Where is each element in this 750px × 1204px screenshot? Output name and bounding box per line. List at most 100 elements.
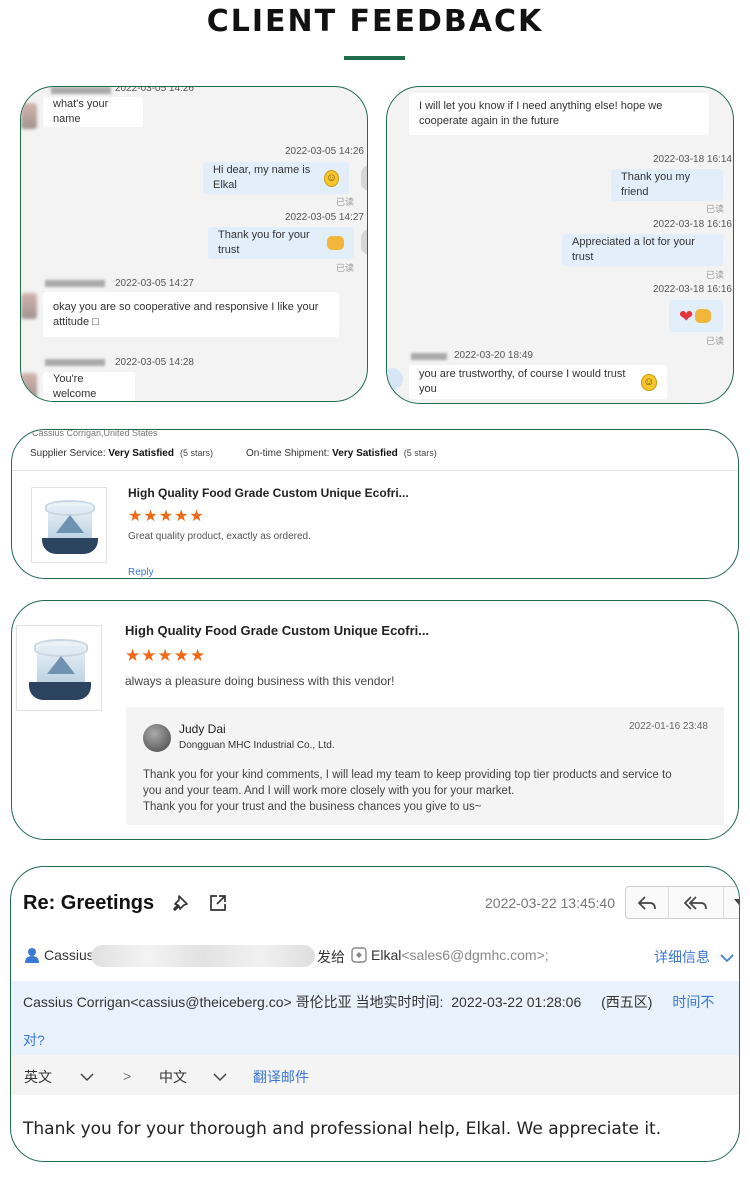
email-subject: Re: Greetings	[23, 892, 155, 914]
target-language-select[interactable]: 中文	[159, 1067, 227, 1087]
chevron-down-icon	[213, 1073, 227, 1082]
reviewer-info: Cassius Corrigan,United States	[32, 429, 158, 438]
reply-company: Dongguan MHC Industrial Co., Ltd.	[179, 740, 335, 751]
message-time: 2022-03-18 16:16	[653, 284, 732, 295]
user-icon	[24, 947, 40, 963]
review-panel-2: High Quality Food Grade Custom Unique Ec…	[11, 600, 739, 840]
reply-icon[interactable]	[626, 887, 670, 918]
notice-location: 哥伦比亚 当地实时时间:	[295, 994, 444, 1010]
translate-email-link[interactable]: 翻译邮件	[253, 1067, 309, 1087]
message-bubble-self: Hi dear, my name is Elkal ☺	[203, 162, 349, 194]
more-icon[interactable]	[724, 887, 739, 918]
message-time: 2022-03-05 14:27	[115, 278, 194, 289]
unknown-glyph: □	[92, 315, 99, 328]
time-wrong-link[interactable]: 时间不	[672, 994, 714, 1010]
avatar	[21, 293, 37, 319]
sender-name-redacted	[45, 280, 105, 287]
star-rating: ★★★★★	[125, 646, 207, 665]
reply-author: Judy Dai	[179, 722, 226, 736]
message-text: You're welcome	[53, 373, 97, 400]
message-text: Hi dear, my name is Elkal	[213, 164, 311, 191]
message-text: what's your name	[53, 98, 109, 125]
email-datetime: 2022-03-22 13:45:40	[485, 895, 615, 911]
sender-email-redacted	[91, 945, 315, 967]
message-text: Thank you for your trust	[218, 229, 310, 256]
reply-link[interactable]: Reply	[128, 567, 154, 578]
sent-to-label: 发给	[317, 949, 345, 965]
page-title: CLIENT FEEDBACK	[206, 4, 544, 39]
product-title[interactable]: High Quality Food Grade Custom Unique Ec…	[128, 486, 409, 500]
supplier-service-rating: Supplier Service: Very Satisfied (5 stars…	[30, 448, 213, 459]
message-bubble-self: Appreciated a lot for your trust	[562, 234, 723, 266]
translate-bar: 英文 > 中文 翻译邮件	[11, 1055, 739, 1095]
message-text: Appreciated a lot for your trust	[572, 236, 695, 263]
notice-sender: Cassius Corrigan<cassius@theiceberg.co>	[23, 994, 292, 1010]
reply-date: 2022-01-16 23:48	[629, 721, 708, 732]
title-underline	[344, 56, 405, 60]
sender-name-redacted	[45, 359, 105, 366]
product-image[interactable]	[31, 487, 107, 563]
heart-emoji-icon: ❤	[679, 306, 694, 326]
message-time: 2022-03-20 18:49	[454, 350, 533, 361]
message-time: 2022-03-05 14:28	[115, 357, 194, 368]
star-rating: ★★★★★	[128, 508, 205, 525]
read-status: 已读	[336, 263, 355, 273]
product-title[interactable]: High Quality Food Grade Custom Unique Ec…	[125, 623, 429, 638]
chevron-down-icon[interactable]	[720, 950, 734, 963]
sender-name[interactable]: Cassius	[44, 947, 94, 963]
notice-line: Cassius Corrigan<cassius@theiceberg.co> …	[23, 992, 714, 1012]
language-arrow: >	[123, 1068, 132, 1084]
product-image[interactable]	[16, 625, 102, 711]
open-external-icon[interactable]	[207, 892, 229, 914]
avatar	[361, 229, 367, 255]
avatar	[361, 165, 367, 191]
chat-panel-2: I will let you know if I need anything e…	[386, 86, 734, 404]
message-time: 2022-03-05 14:26	[115, 86, 194, 94]
avatar	[387, 368, 403, 390]
source-language-select[interactable]: 英文	[24, 1067, 94, 1087]
divider	[12, 470, 738, 471]
email-body: Thank you for your thorough and professi…	[23, 1119, 662, 1139]
avatar	[21, 373, 37, 399]
message-bubble-self: Thank you for your trust	[208, 227, 354, 259]
chevron-down-icon	[80, 1073, 94, 1082]
notice-zone: (西五区)	[601, 994, 653, 1010]
message-text: okay you are so cooperative and responsi…	[53, 300, 319, 328]
message-text: I will let you know if I need anything e…	[419, 100, 663, 127]
contact-icon	[351, 947, 367, 963]
timezone-notice: Cassius Corrigan<cassius@theiceberg.co> …	[11, 981, 739, 1055]
read-status: 已读	[706, 336, 725, 346]
avatar	[143, 724, 171, 752]
message-text: you are trustworthy, of course I would t…	[419, 368, 626, 395]
sender-name-redacted	[411, 353, 447, 360]
recipient[interactable]: Elkal<sales6@dgmhc.com>;	[371, 947, 549, 963]
handshake-emoji-icon	[695, 309, 712, 323]
reply-toolbar	[625, 886, 739, 919]
pin-icon[interactable]	[171, 893, 193, 915]
message-text: Thank you my friend	[621, 171, 691, 198]
email-panel: Re: Greetings 2022-03-22 13:45:40 Cassiu…	[10, 866, 740, 1162]
seller-reply-box: Judy Dai Dongguan MHC Industrial Co., Lt…	[126, 707, 724, 825]
chat-panel-1: 2022-03-05 14:26 what's your name 2022-0…	[20, 86, 368, 402]
details-link[interactable]: 详细信息	[654, 947, 710, 967]
sender-name-redacted	[51, 87, 111, 94]
avatar	[21, 103, 37, 129]
recipient-name: Elkal	[371, 947, 402, 963]
message-bubble-self: ❤	[669, 300, 723, 332]
message-time: 2022-03-05 14:26	[285, 146, 364, 157]
smile-emoji-icon: ☺	[323, 169, 339, 187]
shipment-rating: On-time Shipment: Very Satisfied (5 stars…	[246, 448, 437, 459]
message-bubble: You're welcome	[43, 372, 135, 401]
review-comment: Great quality product, exactly as ordere…	[128, 531, 311, 542]
message-time: 2022-03-18 16:14	[653, 154, 732, 165]
recipient-email: <sales6@dgmhc.com>;	[401, 947, 549, 963]
message-bubble: you are trustworthy, of course I would t…	[409, 365, 667, 399]
notice-time: 2022-03-22 01:28:06	[451, 994, 582, 1010]
message-bubble: I will let you know if I need anything e…	[409, 93, 709, 135]
read-status: 已读	[706, 270, 725, 280]
message-bubble: okay you are so cooperative and responsi…	[43, 292, 339, 337]
time-wrong-link-cont[interactable]: 对?	[23, 1030, 45, 1050]
review-panel-1: Cassius Corrigan,United States Supplier …	[11, 429, 739, 579]
reply-text: Thank you for your kind comments, I will…	[143, 769, 672, 813]
reply-all-icon[interactable]	[669, 887, 725, 918]
